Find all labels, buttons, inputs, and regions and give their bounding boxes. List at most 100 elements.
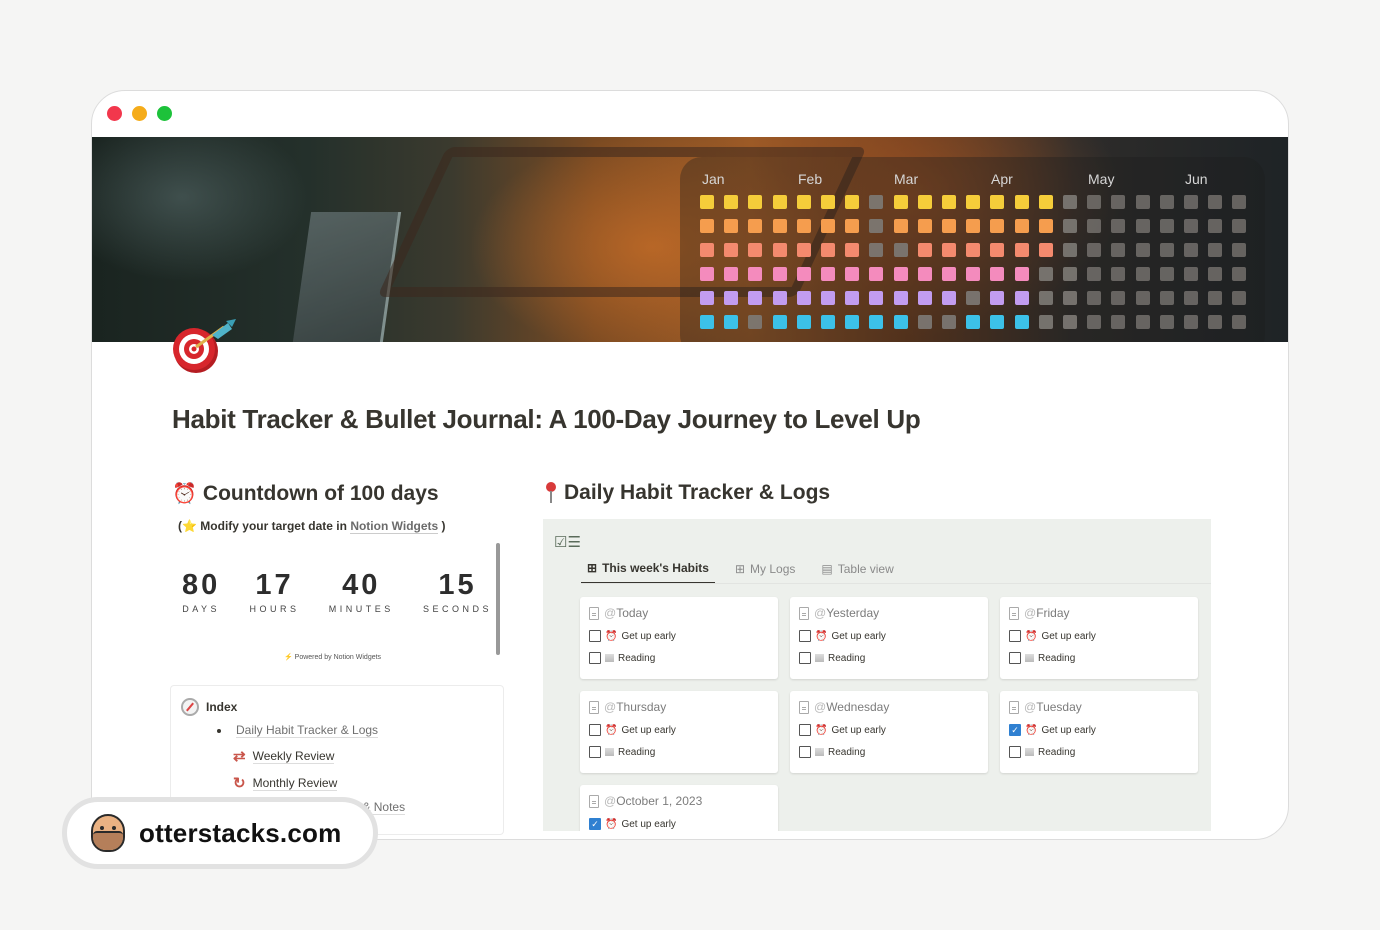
habit-checkbox[interactable] xyxy=(1009,652,1021,664)
heatmap-cell xyxy=(1184,243,1198,257)
heatmap-cell xyxy=(966,243,981,257)
card-title[interactable]: @October 1, 2023 xyxy=(589,794,702,808)
page-icon xyxy=(799,700,809,714)
heatmap-cell xyxy=(869,291,884,305)
heatmap-cell xyxy=(772,195,787,209)
habit-checkbox[interactable] xyxy=(589,652,601,664)
habit-item: Reading xyxy=(799,652,865,664)
heatmap-cell xyxy=(748,219,763,233)
lightning-icon: ⚡ xyxy=(284,654,293,661)
book-icon xyxy=(1025,748,1034,756)
habit-checkbox[interactable] xyxy=(589,724,601,736)
heatmap-cell xyxy=(1014,243,1029,257)
heatmap-cell xyxy=(700,291,714,305)
card-date-text: Today xyxy=(616,606,649,620)
powered-by-link[interactable]: ⚡ Powered by Notion Widgets xyxy=(284,653,381,661)
habit-checkbox[interactable] xyxy=(1009,630,1021,642)
seconds-value: 15 xyxy=(438,569,477,601)
index-item-daily-tracker[interactable]: Daily Habit Tracker & Logs xyxy=(217,723,379,738)
card-date-text: Tuesday xyxy=(1036,700,1082,714)
heatmap-cell xyxy=(966,195,981,209)
habit-label: Get up early xyxy=(831,630,886,642)
heatmap-cell xyxy=(821,315,835,329)
habit-checkbox[interactable] xyxy=(799,630,811,642)
alarm-clock-icon: ⏰ xyxy=(605,630,618,642)
countdown-heading-text: Countdown of 100 days xyxy=(202,481,439,505)
month-label: Jan xyxy=(702,171,725,187)
habit-card[interactable]: @Thursday ⏰ Get up early Reading xyxy=(580,691,778,773)
habit-checkbox[interactable] xyxy=(799,746,811,758)
habit-item: Reading xyxy=(589,746,655,758)
index-item-weekly-review[interactable]: ⇄ Weekly Review xyxy=(233,747,335,765)
index-item-monthly-review[interactable]: ↻ Monthly Review xyxy=(233,774,338,792)
heatmap-cell xyxy=(700,315,714,329)
index-item-label[interactable]: Daily Habit Tracker & Logs xyxy=(236,723,379,738)
habit-card[interactable]: @Wednesday ⏰ Get up early Reading xyxy=(790,691,988,773)
heatmap-cell xyxy=(1038,243,1053,257)
widget-scrollbar[interactable] xyxy=(496,543,500,655)
heatmap-cell xyxy=(966,291,981,305)
notion-widgets-link[interactable]: Notion Widgets xyxy=(350,519,439,534)
habit-item: ⏰ Get up early xyxy=(1009,630,1096,642)
index-item-label[interactable]: Weekly Review xyxy=(252,749,335,764)
heatmap-cell xyxy=(1038,315,1053,329)
countdown-subtitle: (⭐ Modify your target date in Notion Wid… xyxy=(178,519,446,534)
habit-card[interactable]: @Yesterday ⏰ Get up early Reading xyxy=(790,597,988,679)
heatmap-cell xyxy=(917,243,932,257)
card-title[interactable]: @Wednesday xyxy=(799,700,889,714)
heatmap-cell xyxy=(1159,195,1174,209)
habit-card[interactable]: @Friday ⏰ Get up early Reading xyxy=(1000,597,1198,679)
refresh-icon: ↻ xyxy=(233,775,246,792)
heatmap-cell xyxy=(796,219,811,233)
heatmap-cell xyxy=(1184,315,1198,329)
tab-my-logs[interactable]: ⊞ My Logs xyxy=(729,559,801,584)
card-title[interactable]: @Friday xyxy=(1009,606,1070,620)
tab-table-view[interactable]: ▤ Table view xyxy=(815,559,899,584)
cover-image: Jan Feb Mar Apr May Jun xyxy=(92,137,1288,342)
habit-checkbox[interactable] xyxy=(589,630,601,642)
habit-label: Get up early xyxy=(1041,724,1096,736)
heatmap-cell xyxy=(1063,195,1077,209)
heatmap-cell xyxy=(1159,267,1174,281)
habit-card[interactable]: @Today ⏰ Get up early Reading xyxy=(580,597,778,679)
table-icon: ▤ xyxy=(821,562,833,576)
heatmap-cell xyxy=(845,243,860,257)
heatmap-cell xyxy=(845,315,860,329)
heatmap-cell xyxy=(942,195,956,209)
card-date-text: Friday xyxy=(1036,606,1070,620)
habit-card[interactable]: @Tuesday ✓ ⏰ Get up early Reading xyxy=(1000,691,1198,773)
page-icon xyxy=(589,700,599,714)
checklist-icon[interactable]: ☑☰ xyxy=(554,533,581,551)
countdown-heading: ⏰ Countdown of 100 days xyxy=(172,481,439,506)
habit-checkbox[interactable] xyxy=(589,746,601,758)
close-button[interactable] xyxy=(107,106,122,121)
card-title[interactable]: @Tuesday xyxy=(1009,700,1082,714)
minimize-button[interactable] xyxy=(132,106,147,121)
maximize-button[interactable] xyxy=(157,106,172,121)
alarm-clock-icon: ⏰ xyxy=(815,630,828,642)
habit-card[interactable]: @October 1, 2023 ✓ ⏰ Get up early xyxy=(580,785,778,831)
habit-label: Get up early xyxy=(1041,630,1096,642)
heatmap-cell xyxy=(1135,219,1150,233)
habit-checkbox[interactable] xyxy=(799,652,811,664)
heatmap-cell xyxy=(893,219,908,233)
index-item-label[interactable]: Monthly Review xyxy=(252,776,338,791)
habit-checkbox[interactable] xyxy=(1009,746,1021,758)
bullet-icon xyxy=(217,728,221,733)
habit-checkbox[interactable] xyxy=(799,724,811,736)
card-title[interactable]: @Thursday xyxy=(589,700,666,714)
countdown-minutes: 40 MINUTES xyxy=(329,569,394,614)
watermark-badge: otterstacks.com xyxy=(62,797,378,869)
habit-label: Reading xyxy=(1038,746,1076,758)
tab-this-weeks-habits[interactable]: ⊞ This week's Habits xyxy=(581,559,715,584)
habit-checkbox[interactable]: ✓ xyxy=(1009,724,1021,736)
gallery-icon: ⊞ xyxy=(587,561,598,575)
heatmap-cell xyxy=(1087,243,1102,257)
watermark-text: otterstacks.com xyxy=(139,817,342,848)
heatmap-cell xyxy=(1111,267,1126,281)
card-title[interactable]: @Today xyxy=(589,606,648,620)
habit-checkbox[interactable]: ✓ xyxy=(589,818,601,830)
card-title[interactable]: @Yesterday xyxy=(799,606,879,620)
heatmap-cell xyxy=(796,243,811,257)
heatmap-cell xyxy=(724,267,739,281)
